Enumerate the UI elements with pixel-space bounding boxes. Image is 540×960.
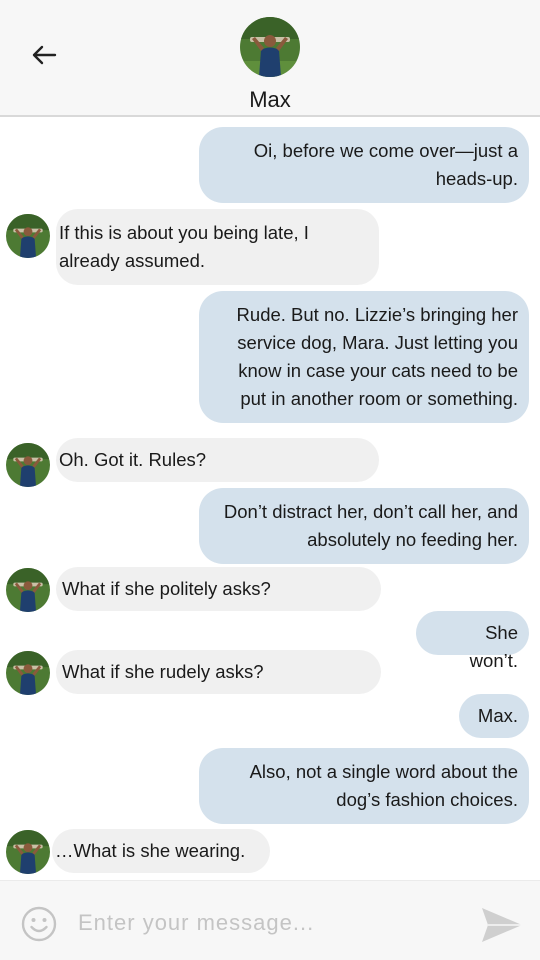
outgoing-message: She won’t. <box>416 611 529 671</box>
emoji-icon <box>21 906 57 942</box>
incoming-message: If this is about you being late, I alrea… <box>56 209 379 285</box>
incoming-message: …What is she wearing. <box>52 829 270 873</box>
outgoing-message: Max. <box>459 694 529 738</box>
outgoing-message: Oi, before we come over—just a heads-up. <box>199 127 529 203</box>
avatar-photo <box>6 443 50 487</box>
contact-avatar-small[interactable] <box>6 568 50 612</box>
contact-avatar-small[interactable] <box>6 443 50 487</box>
contact-avatar-small[interactable] <box>6 214 50 258</box>
message-input[interactable] <box>78 903 458 943</box>
contact-name: Max <box>249 87 291 112</box>
outgoing-message: Also, not a single word about the dog’s … <box>199 748 529 824</box>
avatar-photo <box>6 830 50 874</box>
back-arrow-icon <box>32 45 57 65</box>
send-icon <box>482 908 522 942</box>
chat-header: Max <box>0 0 540 117</box>
avatar-photo <box>240 17 300 77</box>
incoming-message: What if she rudely asks? <box>56 650 381 694</box>
avatar-photo <box>6 651 50 695</box>
outgoing-message: Rude. But no. Lizzie’s bringing her serv… <box>199 291 529 423</box>
contact-avatar-small[interactable] <box>6 830 50 874</box>
avatar-photo <box>6 214 50 258</box>
message-composer <box>0 880 540 960</box>
back-button[interactable] <box>26 38 62 72</box>
send-button[interactable] <box>480 905 524 945</box>
outgoing-message: Don’t distract her, don’t call her, and … <box>199 488 529 564</box>
contact-avatar[interactable] <box>240 17 300 77</box>
incoming-message: Oh. Got it. Rules? <box>56 438 379 482</box>
emoji-button[interactable] <box>20 905 58 943</box>
avatar-photo <box>6 568 50 612</box>
incoming-message: What if she politely asks? <box>56 567 381 611</box>
message-list[interactable]: Oi, before we come over—just a heads-up.… <box>0 117 540 880</box>
contact-avatar-small[interactable] <box>6 651 50 695</box>
